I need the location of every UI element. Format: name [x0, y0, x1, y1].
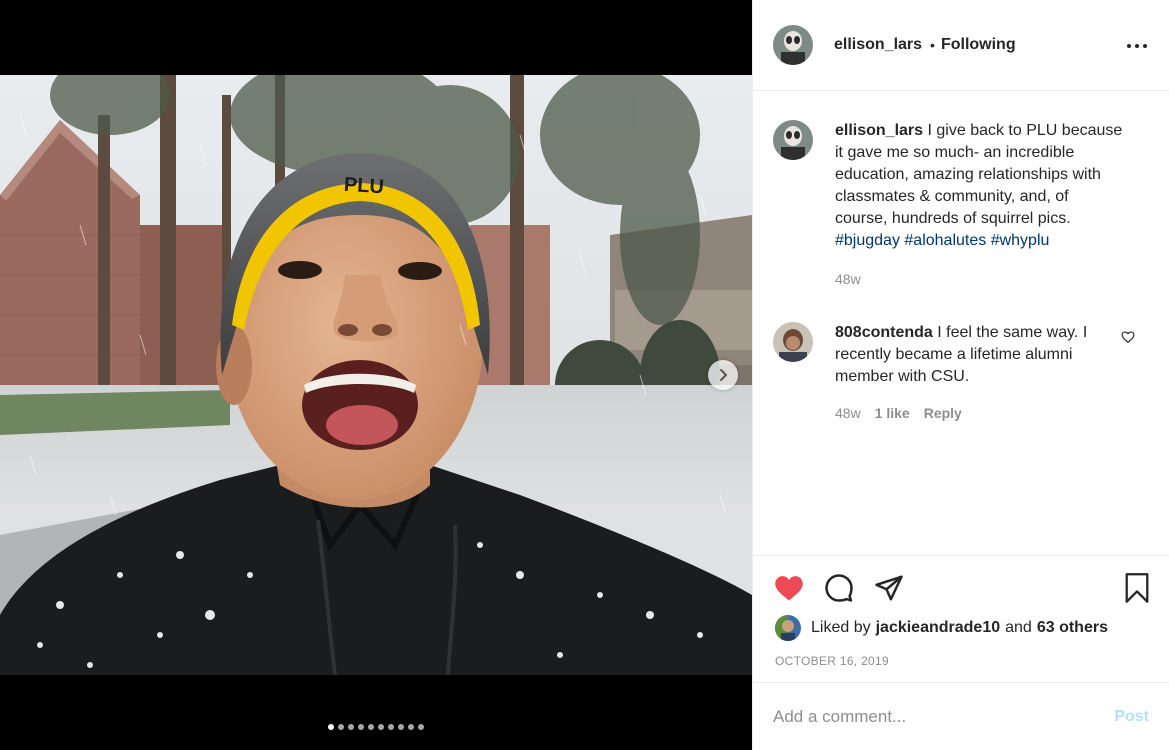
hashtag-link[interactable]: #whyplu — [991, 232, 1050, 249]
like-button[interactable] — [773, 572, 805, 604]
carousel-dot — [368, 724, 374, 730]
author-avatar[interactable] — [773, 25, 813, 65]
liker-avatar[interactable] — [775, 615, 801, 641]
hat-text: PLU — [343, 174, 384, 199]
liker-username[interactable]: jackieandrade10 — [876, 619, 1001, 637]
hashtag-link[interactable]: #alohalutes — [904, 232, 986, 249]
hashtag-link[interactable]: #bjugday — [835, 232, 900, 249]
comment-likes-count[interactable]: 1 like — [875, 402, 910, 424]
caption-timestamp[interactable]: 48w — [835, 268, 861, 290]
carousel-dot — [388, 724, 394, 730]
carousel-dot — [398, 724, 404, 730]
add-comment-form: Post — [753, 682, 1169, 750]
chevron-right-icon — [720, 369, 727, 381]
next-slide-button[interactable] — [708, 360, 738, 390]
comment-icon — [825, 573, 853, 602]
more-horizontal-icon — [1127, 44, 1147, 48]
likes-conjunction: and — [1005, 619, 1032, 636]
comment-timestamp[interactable]: 48w — [835, 402, 861, 424]
carousel-dot-active — [328, 724, 334, 730]
like-comment-button[interactable] — [1121, 330, 1137, 346]
more-options-button[interactable] — [1125, 34, 1149, 58]
commenter-avatar[interactable] — [773, 322, 813, 362]
following-button[interactable]: Following — [941, 36, 1016, 54]
save-button[interactable] — [1121, 572, 1153, 604]
post-media: PLU — [0, 0, 752, 750]
carousel-dot — [378, 724, 384, 730]
comments-section: ellison_lars I give back to PLU because … — [753, 92, 1169, 555]
reply-button[interactable]: Reply — [924, 402, 962, 424]
follow-separator: • — [930, 37, 935, 53]
heart-outline-icon — [1121, 331, 1135, 344]
carousel-dot — [348, 724, 354, 730]
post-header: ellison_lars • Following — [753, 0, 1169, 91]
carousel-dot — [358, 724, 364, 730]
carousel-indicators — [0, 724, 752, 730]
bookmark-icon — [1125, 573, 1149, 603]
likes-others-link[interactable]: 63 others — [1037, 619, 1108, 637]
carousel-dot — [408, 724, 414, 730]
carousel-dot — [418, 724, 424, 730]
post-details-panel: ellison_lars • Following ellison_lars I … — [752, 0, 1169, 750]
post-photo[interactable]: PLU — [0, 75, 752, 675]
share-button[interactable] — [873, 572, 905, 604]
caption-username[interactable]: ellison_lars — [835, 122, 923, 139]
heart-filled-icon — [775, 575, 803, 600]
caption-author-avatar[interactable] — [773, 120, 813, 160]
instagram-post: PLU ellison_lars • Following ellison_lar… — [0, 0, 1169, 750]
likes-summary: Liked by jackieandrade10 and 63 others — [773, 615, 1149, 641]
post-comment-button[interactable]: Post — [1114, 708, 1149, 726]
commenter-username[interactable]: 808contenda — [835, 324, 933, 341]
post-caption: ellison_lars I give back to PLU because … — [773, 92, 1149, 290]
post-date[interactable]: OCTOBER 16, 2019 — [775, 654, 889, 668]
author-username[interactable]: ellison_lars — [834, 36, 922, 54]
post-actions-bar — [753, 555, 1169, 619]
comment-input[interactable] — [773, 706, 1115, 727]
comment-button[interactable] — [823, 572, 855, 604]
comment-item: 808contenda I feel the same way. I recen… — [773, 294, 1149, 424]
carousel-dot — [338, 724, 344, 730]
send-icon — [875, 575, 903, 600]
liked-by-prefix: Liked by — [811, 619, 871, 636]
